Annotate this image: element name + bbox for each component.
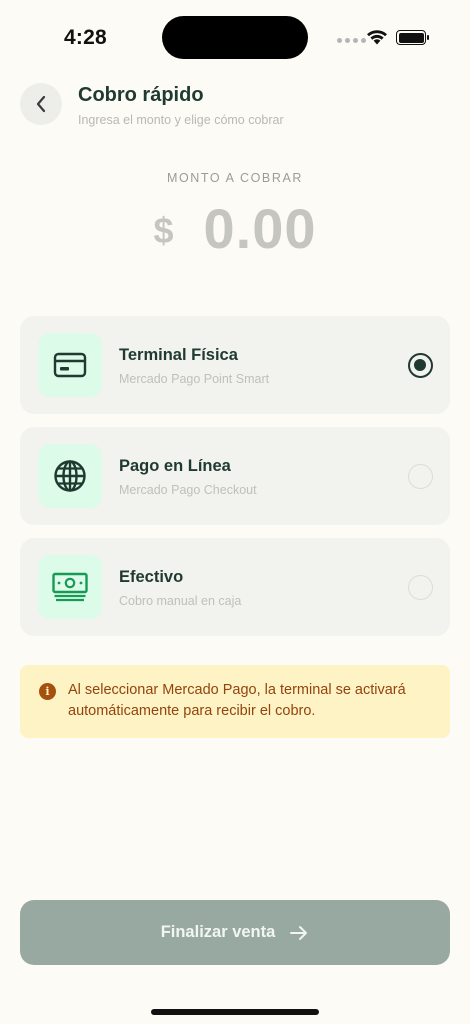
credit-card-icon: [38, 333, 102, 397]
currency-symbol: $: [153, 209, 174, 251]
info-notice: i Al seleccionar Mercado Pago, la termin…: [20, 665, 450, 738]
back-button[interactable]: [20, 83, 62, 125]
page-title: Cobro rápido: [78, 84, 204, 106]
cash-icon: [38, 555, 102, 619]
radio-button[interactable]: [408, 464, 433, 489]
page-subtitle: Ingresa el monto y elige cómo cobrar: [78, 113, 284, 127]
arrow-right-icon: [290, 925, 308, 940]
amount-value: 0.00: [203, 197, 317, 260]
battery-icon: [396, 30, 429, 45]
option-title: Efectivo: [119, 568, 184, 586]
radio-button-selected[interactable]: [408, 353, 433, 378]
status-bar: 4:28: [0, 0, 470, 70]
info-icon: i: [39, 683, 56, 700]
payment-option-cash[interactable]: Efectivo Cobro manual en caja: [20, 538, 450, 636]
finish-sale-label: Finalizar venta: [160, 923, 276, 941]
notice-text: Al seleccionar Mercado Pago, la terminal…: [68, 682, 406, 719]
status-time: 4:28: [64, 26, 107, 49]
option-subtitle: Mercado Pago Point Smart: [119, 372, 270, 386]
signal-icon: [337, 38, 366, 43]
payment-option-terminal[interactable]: Terminal Física Mercado Pago Point Smart: [20, 316, 450, 414]
radio-button[interactable]: [408, 575, 433, 600]
wifi-icon: [367, 30, 387, 45]
amount-input[interactable]: $ 0.00: [0, 196, 470, 261]
amount-label: MONTO A COBRAR: [166, 171, 304, 185]
home-indicator: [151, 1009, 319, 1015]
option-title: Terminal Física: [119, 346, 238, 364]
chevron-left-icon: [36, 95, 46, 113]
dynamic-island: [162, 16, 308, 59]
option-title: Pago en Línea: [119, 457, 231, 475]
payment-option-online[interactable]: Pago en Línea Mercado Pago Checkout: [20, 427, 450, 525]
globe-icon: [38, 444, 102, 508]
finish-sale-button[interactable]: Finalizar venta: [20, 900, 450, 965]
option-subtitle: Mercado Pago Checkout: [119, 483, 257, 497]
option-subtitle: Cobro manual en caja: [119, 594, 242, 608]
